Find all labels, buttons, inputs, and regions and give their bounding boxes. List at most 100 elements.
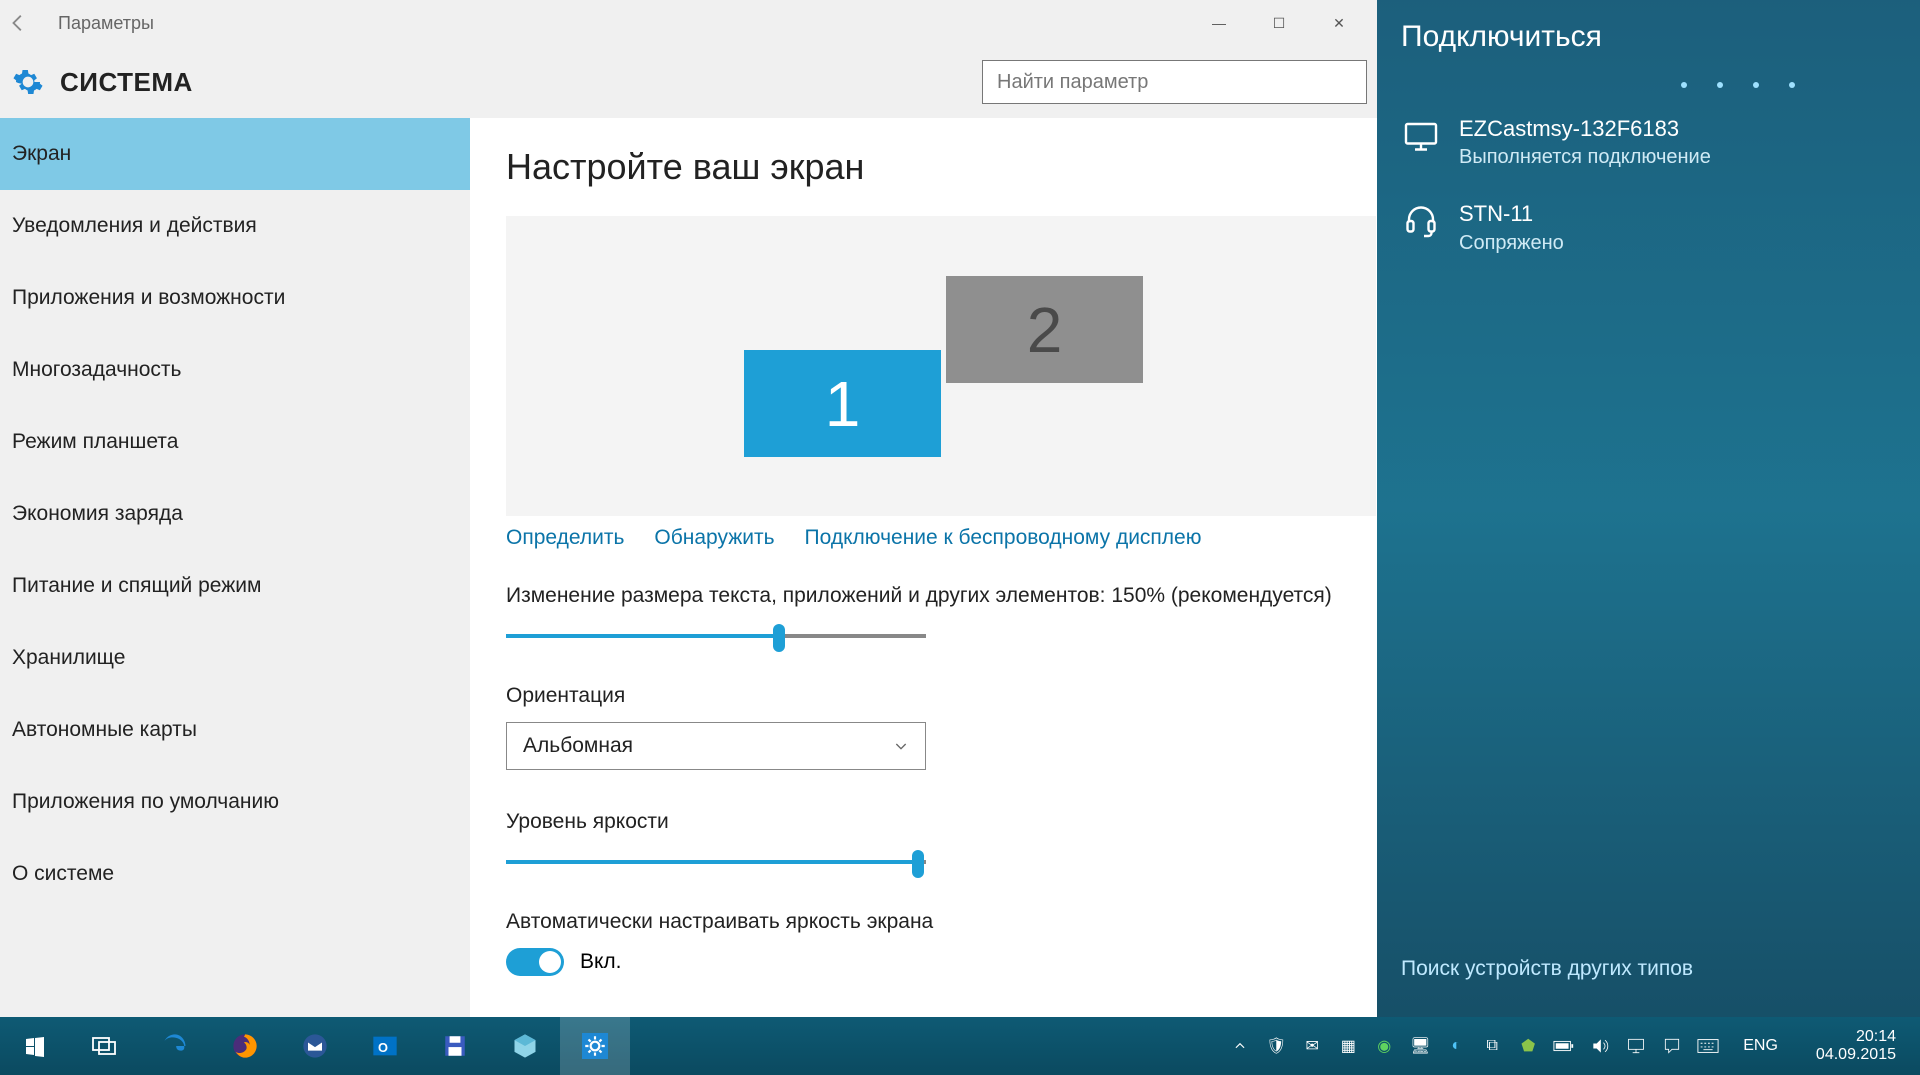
tray-app2-icon[interactable]: ◉	[1373, 1035, 1395, 1057]
titlebar: Параметры — ☐ ✕	[0, 0, 1377, 46]
sidebar-item-label: Уведомления и действия	[12, 214, 257, 238]
sidebar-item-offline-maps[interactable]: Автономные карты	[0, 694, 470, 766]
orientation-select[interactable]: Альбомная	[506, 722, 926, 770]
sidebar-item-label: Экран	[12, 142, 71, 166]
connect-title: Подключиться	[1401, 20, 1896, 54]
maximize-button[interactable]: ☐	[1249, 0, 1309, 46]
orientation-label: Ориентация	[506, 684, 1377, 708]
task-view-button[interactable]	[70, 1017, 140, 1075]
sidebar: Экран Уведомления и действия Приложения …	[0, 118, 470, 1017]
sidebar-item-storage[interactable]: Хранилище	[0, 622, 470, 694]
tray-mail-icon[interactable]: ✉	[1301, 1035, 1323, 1057]
device-name: EZCastmsy-132F6183	[1459, 116, 1711, 142]
settings-window: Параметры — ☐ ✕ СИСТЕМА Экран Уведомлени…	[0, 0, 1377, 1017]
sidebar-item-label: О системе	[12, 862, 114, 886]
brightness-label: Уровень яркости	[506, 810, 1377, 834]
tray-shield-icon[interactable]: ⬟	[1517, 1035, 1539, 1057]
tray-app1-icon[interactable]: ▦	[1337, 1035, 1359, 1057]
device-status: Сопряжено	[1459, 232, 1564, 255]
windows-icon	[21, 1032, 49, 1060]
box-app[interactable]	[490, 1017, 560, 1075]
sidebar-item-label: Хранилище	[12, 646, 125, 670]
tray-battery-icon[interactable]	[1553, 1035, 1575, 1057]
tray-monitor-icon[interactable]: 🖥	[1409, 1035, 1431, 1057]
sidebar-item-label: Экономия заряда	[12, 502, 183, 526]
page-title: СИСТЕМА	[60, 67, 193, 98]
device-status: Выполняется подключение	[1459, 146, 1711, 169]
auto-brightness-state: Вкл.	[580, 950, 622, 974]
content-heading: Настройте ваш экран	[506, 146, 1377, 188]
sidebar-item-tablet-mode[interactable]: Режим планшета	[0, 406, 470, 478]
close-button[interactable]: ✕	[1309, 0, 1369, 46]
tray-chevron-icon[interactable]	[1229, 1035, 1251, 1057]
device-item[interactable]: STN-11 Сопряжено	[1401, 191, 1896, 276]
search-input[interactable]	[982, 60, 1367, 104]
gear-icon	[10, 64, 46, 100]
header: СИСТЕМА	[0, 46, 1377, 118]
detect-link[interactable]: Обнаружить	[654, 526, 774, 550]
firefox-icon	[231, 1032, 259, 1060]
scale-slider[interactable]	[506, 622, 926, 650]
wireless-display-link[interactable]: Подключение к беспроводному дисплею	[805, 526, 1202, 550]
sidebar-item-notifications[interactable]: Уведомления и действия	[0, 190, 470, 262]
identify-link[interactable]: Определить	[506, 526, 624, 550]
firefox-app[interactable]	[210, 1017, 280, 1075]
tray-action-center-icon[interactable]	[1661, 1035, 1683, 1057]
search-other-devices-link[interactable]: Поиск устройств других типов	[1401, 957, 1896, 981]
sidebar-item-default-apps[interactable]: Приложения по умолчанию	[0, 766, 470, 838]
sidebar-item-apps-features[interactable]: Приложения и возможности	[0, 262, 470, 334]
sidebar-item-label: Многозадачность	[12, 358, 181, 382]
floppy-icon	[441, 1032, 469, 1060]
clock[interactable]: 20:14 04.09.2015	[1802, 1028, 1910, 1065]
window-title: Параметры	[58, 13, 154, 34]
outlook-icon: O	[371, 1032, 399, 1060]
sidebar-item-label: Режим планшета	[12, 430, 178, 454]
tray-sync-icon[interactable]: ◐	[1445, 1035, 1467, 1057]
language-indicator[interactable]: ENG	[1733, 1037, 1788, 1055]
chevron-down-icon	[893, 738, 909, 754]
tray-keyboard-icon[interactable]	[1697, 1035, 1719, 1057]
monitor-icon	[1401, 116, 1441, 156]
outlook-app[interactable]: O	[350, 1017, 420, 1075]
sidebar-item-about[interactable]: О системе	[0, 838, 470, 910]
orientation-value: Альбомная	[523, 734, 633, 758]
content: Настройте ваш экран 2 1 Определить Обнар…	[470, 118, 1377, 1017]
back-button[interactable]	[8, 12, 48, 34]
display-preview[interactable]: 2 1	[506, 216, 1376, 516]
scale-label: Изменение размера текста, приложений и д…	[506, 584, 1377, 608]
sidebar-item-battery-saver[interactable]: Экономия заряда	[0, 478, 470, 550]
sidebar-item-power-sleep[interactable]: Питание и спящий режим	[0, 550, 470, 622]
save-app[interactable]	[420, 1017, 490, 1075]
thunderbird-app[interactable]	[280, 1017, 350, 1075]
brightness-slider[interactable]	[506, 848, 926, 876]
system-tray: 🛡 ✉ ▦ ◉ 🖥 ◐ ⧉ ⬟ ENG 20:14 04.09.2015	[1229, 1017, 1920, 1075]
auto-brightness-label: Автоматически настраивать яркость экрана	[506, 910, 1377, 934]
tray-dropbox-icon[interactable]: ⧉	[1481, 1035, 1503, 1057]
connect-flyout: Подключиться EZCastmsy-132F6183 Выполняе…	[1377, 0, 1920, 1017]
tray-volume-icon[interactable]	[1589, 1035, 1611, 1057]
monitor-1[interactable]: 1	[744, 350, 941, 457]
box-icon	[511, 1032, 539, 1060]
settings-app[interactable]	[560, 1017, 630, 1075]
progress-dots	[1681, 82, 1896, 88]
edge-app[interactable]	[140, 1017, 210, 1075]
sidebar-item-label: Приложения по умолчанию	[12, 790, 279, 814]
tray-network-icon[interactable]	[1625, 1035, 1647, 1057]
svg-text:O: O	[378, 1040, 388, 1055]
auto-brightness-toggle[interactable]	[506, 948, 564, 976]
sidebar-item-multitasking[interactable]: Многозадачность	[0, 334, 470, 406]
sidebar-item-display[interactable]: Экран	[0, 118, 470, 190]
clock-date: 04.09.2015	[1816, 1046, 1896, 1064]
monitor-2[interactable]: 2	[946, 276, 1143, 383]
tray-security-icon[interactable]: 🛡	[1265, 1035, 1287, 1057]
start-button[interactable]	[0, 1017, 70, 1075]
sidebar-item-label: Питание и спящий режим	[12, 574, 261, 598]
headset-icon	[1401, 201, 1441, 241]
device-item[interactable]: EZCastmsy-132F6183 Выполняется подключен…	[1401, 106, 1896, 191]
minimize-button[interactable]: —	[1189, 0, 1249, 46]
thunderbird-icon	[301, 1032, 329, 1060]
clock-time: 20:14	[1816, 1028, 1896, 1046]
device-name: STN-11	[1459, 201, 1564, 227]
sidebar-item-label: Автономные карты	[12, 718, 197, 742]
gear-icon	[581, 1032, 609, 1060]
